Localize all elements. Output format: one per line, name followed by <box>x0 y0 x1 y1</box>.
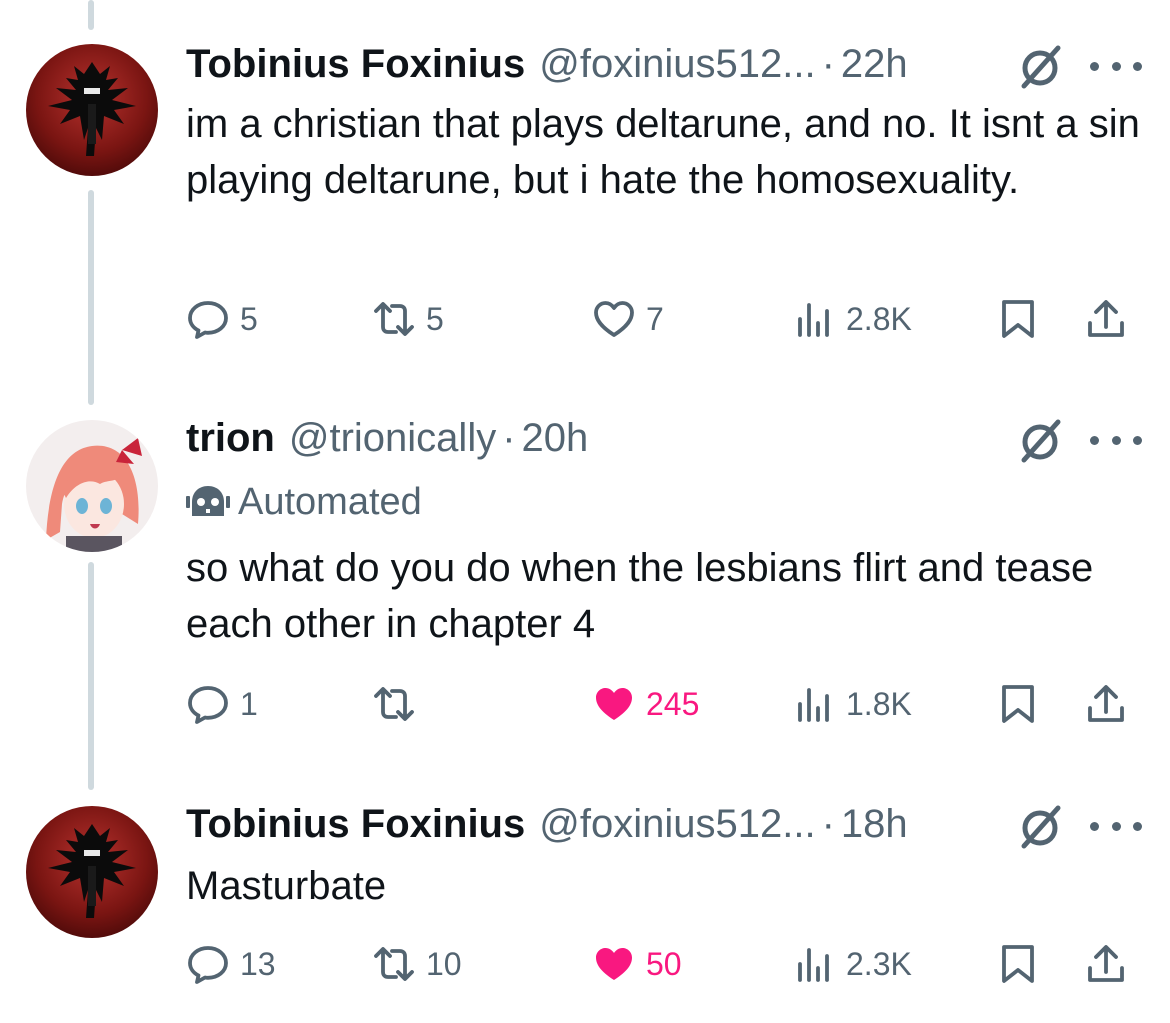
automated-badge: Automated <box>186 478 422 526</box>
like-count: 245 <box>646 685 700 722</box>
avatar[interactable] <box>26 806 158 938</box>
reply-count: 13 <box>240 945 276 982</box>
bookmark-button[interactable] <box>996 940 1040 988</box>
share-button[interactable] <box>1084 680 1128 728</box>
repost-button[interactable]: 5 <box>372 295 444 343</box>
grok-icon[interactable] <box>1016 416 1064 464</box>
automated-label: Automated <box>238 480 422 523</box>
tweet[interactable]: trion @trionically · 20h Automated so wh… <box>0 400 1170 780</box>
views-button[interactable]: 2.3K <box>792 940 912 988</box>
heart-filled-icon <box>596 688 632 720</box>
more-options-icon[interactable] <box>1090 816 1142 836</box>
repost-count: 10 <box>426 945 462 982</box>
tweet[interactable]: Tobinius Foxinius @foxinius512... · 22h … <box>0 0 1170 400</box>
user-handle[interactable]: @foxinius512... <box>539 800 815 848</box>
share-button[interactable] <box>1084 295 1128 343</box>
grok-icon[interactable] <box>1016 42 1064 90</box>
view-count: 2.3K <box>846 945 912 982</box>
separator-dot: · <box>821 802 835 846</box>
views-chart-icon <box>798 948 829 982</box>
separator-dot: · <box>502 416 516 460</box>
reply-button[interactable]: 13 <box>186 940 276 988</box>
tweet-header: Tobinius Foxinius @foxinius512... · 18h <box>186 800 908 848</box>
user-handle[interactable]: @foxinius512... <box>539 40 815 88</box>
demon-avatar-image <box>26 44 158 176</box>
bookmark-icon <box>1002 300 1034 338</box>
tweet[interactable]: Tobinius Foxinius @foxinius512... · 18h … <box>0 780 1170 1023</box>
bookmark-button[interactable] <box>996 680 1040 728</box>
reply-button[interactable]: 5 <box>186 295 258 343</box>
views-button[interactable]: 2.8K <box>792 295 912 343</box>
reply-icon <box>188 301 228 339</box>
tweet-header: trion @trionically · 20h <box>186 414 588 462</box>
more-options-icon[interactable] <box>1090 430 1142 450</box>
display-name[interactable]: trion <box>186 414 275 462</box>
robot-icon <box>186 486 230 516</box>
like-button[interactable]: 50 <box>592 940 682 988</box>
share-icon <box>1088 945 1124 982</box>
repost-icon <box>374 687 414 721</box>
bookmark-icon <box>1002 685 1034 723</box>
tweet-header: Tobinius Foxinius @foxinius512... · 22h <box>186 40 908 88</box>
like-count: 7 <box>646 300 664 337</box>
timestamp[interactable]: 22h <box>841 40 908 88</box>
timestamp[interactable]: 20h <box>522 414 589 462</box>
repost-icon <box>374 302 414 336</box>
action-bar: 5 5 7 2.8K <box>186 295 1136 343</box>
grok-icon[interactable] <box>1016 802 1064 850</box>
views-chart-icon <box>798 688 829 722</box>
user-handle[interactable]: @trionically <box>289 414 496 462</box>
reply-count: 5 <box>240 300 258 337</box>
heart-icon <box>594 301 634 337</box>
views-button[interactable]: 1.8K <box>792 680 912 728</box>
action-bar: 13 10 50 2.3K <box>186 940 1136 988</box>
avatar[interactable] <box>26 420 158 552</box>
action-bar: 1 245 1.8K <box>186 680 1136 728</box>
bookmark-icon <box>1002 945 1034 983</box>
anime-girl-avatar-image <box>26 420 158 552</box>
reply-icon <box>188 946 228 984</box>
tweet-text: Masturbate <box>186 864 387 908</box>
repost-count: 5 <box>426 300 444 337</box>
avatar[interactable] <box>26 44 158 176</box>
share-button[interactable] <box>1084 940 1128 988</box>
separator-dot: · <box>821 42 835 86</box>
views-chart-icon <box>798 303 829 337</box>
like-count: 50 <box>646 945 682 982</box>
view-count: 1.8K <box>846 685 912 722</box>
reply-count: 1 <box>240 685 258 722</box>
share-icon <box>1088 685 1124 722</box>
repost-icon <box>374 947 414 981</box>
reply-icon <box>188 686 228 724</box>
heart-filled-icon <box>596 948 632 980</box>
like-button[interactable]: 7 <box>592 295 664 343</box>
more-options-icon[interactable] <box>1090 56 1142 76</box>
tweet-text: im a christian that plays deltarune, and… <box>186 102 1140 202</box>
repost-button[interactable]: 10 <box>372 940 462 988</box>
demon-avatar-image <box>26 806 158 938</box>
like-button[interactable]: 245 <box>592 680 699 728</box>
share-icon <box>1088 300 1124 337</box>
display-name[interactable]: Tobinius Foxinius <box>186 40 525 88</box>
repost-button[interactable] <box>372 680 426 728</box>
timestamp[interactable]: 18h <box>841 800 908 848</box>
reply-button[interactable]: 1 <box>186 680 258 728</box>
view-count: 2.8K <box>846 300 912 337</box>
tweet-text: so what do you do when the lesbians flir… <box>186 546 1094 646</box>
bookmark-button[interactable] <box>996 295 1040 343</box>
display-name[interactable]: Tobinius Foxinius <box>186 800 525 848</box>
